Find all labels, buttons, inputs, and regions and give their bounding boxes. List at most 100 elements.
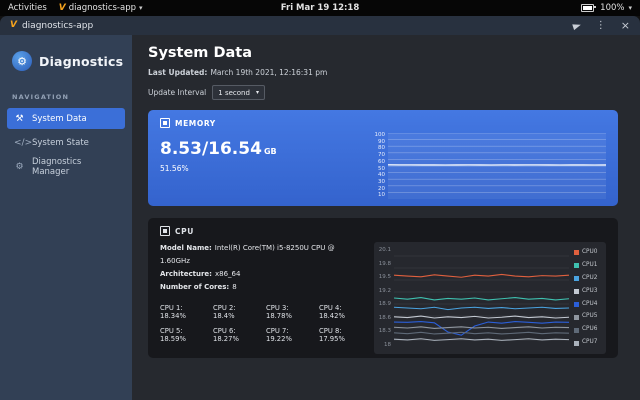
legend-item: CPU5: [574, 314, 600, 320]
paper-plane-icon[interactable]: [572, 21, 581, 29]
axis-tick: 18.9: [378, 302, 391, 308]
clock[interactable]: Fri Mar 19 12:18: [281, 3, 360, 13]
axis-tick: 40: [374, 173, 385, 179]
battery-percent: 100%: [600, 3, 624, 13]
cpu-chart-plot: [394, 248, 569, 348]
brand: ⚙ Diagnostics: [0, 35, 132, 77]
legend-item: CPU1: [574, 263, 600, 269]
legend-item: CPU3: [574, 289, 600, 295]
legend-label: CPU2: [582, 276, 597, 282]
axis-tick: 19.8: [378, 262, 391, 268]
axis-tick: 18.3: [378, 329, 391, 335]
cpu-usage-cell: CPU 7: 19.22%: [266, 327, 311, 343]
legend-item: CPU6: [574, 327, 600, 333]
legend-label: CPU5: [582, 314, 597, 320]
cpu-chart-ticks: 20.119.819.519.218.918.618.318: [378, 248, 394, 348]
cpu-card-title: CPU: [175, 227, 194, 236]
legend-swatch: [574, 263, 579, 268]
cpu-usage-cell: CPU 6: 18.27%: [213, 327, 258, 343]
sidebar: ⚙ Diagnostics NAVIGATION ⚒ System Data </>…: [0, 35, 132, 400]
update-interval-row: Update Interval 1 second ▾: [148, 85, 618, 100]
legend-swatch: [574, 328, 579, 333]
cpu-info-row: Number of Cores:8: [160, 281, 364, 294]
system-tray[interactable]: 100% ▾: [581, 3, 632, 13]
kebab-menu-icon[interactable]: ⋮: [596, 20, 606, 31]
cpu-info-row: Architecture:x86_64: [160, 268, 364, 281]
code-icon: </>: [14, 138, 25, 148]
app-indicator[interactable]: V diagnostics-app ▾: [59, 3, 143, 13]
legend-label: CPU7: [582, 340, 597, 346]
legend-label: CPU6: [582, 327, 597, 333]
legend-swatch: [574, 276, 579, 281]
legend-swatch: [574, 315, 579, 320]
cpu-info-row: Model Name:Intel(R) Core(TM) i5-8250U CP…: [160, 242, 364, 268]
cpu-info-label: Model Name:: [160, 244, 212, 252]
memory-usage-percent: 51.56%: [160, 164, 374, 173]
legend-item: CPU7: [574, 340, 600, 346]
memory-chart: 100908070605040302010: [374, 133, 606, 199]
chevron-down-icon: ▾: [628, 4, 632, 12]
app-window: ⚙ Diagnostics NAVIGATION ⚒ System Data </>…: [0, 35, 640, 400]
legend-swatch: [574, 250, 579, 255]
cpu-info-label: Number of Cores:: [160, 283, 229, 291]
app-indicator-label: diagnostics-app: [69, 3, 136, 13]
memory-card-title: MEMORY: [175, 119, 216, 128]
cpu-usage-cell: CPU 1: 18.34%: [160, 304, 205, 320]
legend-item: CPU4: [574, 302, 600, 308]
top-bar: Activities V diagnostics-app ▾ Fri Mar 1…: [0, 0, 640, 16]
memory-card: MEMORY 8.53/16.54GB 51.56% 1009080706050…: [148, 110, 618, 206]
legend-swatch: [574, 289, 579, 294]
window-title: diagnostics-app: [22, 21, 93, 31]
update-interval-label: Update Interval: [148, 88, 206, 97]
wrench-icon: ⚒: [14, 114, 25, 124]
axis-tick: 19.5: [378, 275, 391, 281]
cpu-info-label: Architecture:: [160, 270, 212, 278]
sidebar-item-label: Diagnostics Manager: [32, 157, 118, 177]
cpu-usage-cell: CPU 2: 18.4%: [213, 304, 258, 320]
axis-tick: 18: [378, 343, 391, 349]
cpu-usage-cell: CPU 8: 17.95%: [319, 327, 364, 343]
chevron-down-icon: ▾: [256, 89, 259, 96]
sidebar-nav: ⚒ System Data </> System State ⚙Diagnostics …: [0, 108, 132, 177]
memory-card-header: MEMORY: [160, 118, 606, 128]
legend-label: CPU0: [582, 250, 597, 256]
sidebar-item-label: System State: [32, 138, 89, 148]
cpu-chip-icon: [160, 226, 170, 236]
legend-item: CPU0: [574, 250, 600, 256]
sidebar-item-label: System Data: [32, 114, 87, 124]
axis-tick: 20.1: [378, 248, 391, 254]
legend-label: CPU1: [582, 263, 597, 269]
app-logo-icon: V: [10, 21, 17, 30]
axis-tick: 19.2: [378, 289, 391, 295]
nav-section-label: NAVIGATION: [12, 93, 132, 101]
legend-label: CPU4: [582, 302, 597, 308]
memory-chart-plot: [388, 133, 606, 199]
cpu-info: Model Name:Intel(R) Core(TM) i5-8250U CP…: [160, 242, 364, 294]
cpu-card-header: CPU: [160, 226, 606, 236]
page-title: System Data: [148, 45, 618, 61]
memory-chip-icon: [160, 118, 170, 128]
memory-usage-value: 8.53/16.54: [160, 139, 262, 159]
app-logo-icon: V: [59, 4, 66, 13]
axis-tick: 60: [374, 160, 385, 166]
close-icon[interactable]: ×: [621, 19, 630, 32]
cpu-chart: 20.119.819.519.218.918.618.318 CPU0CPU1C…: [374, 242, 606, 354]
sidebar-item-system-state[interactable]: </> System State: [7, 132, 125, 153]
activities-button[interactable]: Activities: [8, 3, 47, 13]
cpu-usage-cell: CPU 5: 18.59%: [160, 327, 205, 343]
update-interval-select[interactable]: 1 second ▾: [212, 85, 265, 100]
axis-tick: 10: [374, 193, 385, 199]
chevron-down-icon: ▾: [139, 4, 143, 12]
sidebar-item-diagnostics-manager[interactable]: ⚙Diagnostics Manager: [7, 156, 125, 177]
battery-icon: [581, 4, 594, 12]
axis-tick: 20: [374, 187, 385, 193]
axis-tick: 80: [374, 146, 385, 152]
cpu-info-value: 8: [232, 283, 236, 291]
axis-tick: 30: [374, 180, 385, 186]
update-interval-value: 1 second: [218, 89, 250, 97]
last-updated-value: March 19th 2021, 12:16:31 pm: [210, 68, 327, 77]
last-updated-label: Last Updated:: [148, 68, 207, 77]
window-titlebar[interactable]: V diagnostics-app ⋮ ×: [0, 16, 640, 35]
cpu-usage-grid: CPU 1: 18.34%CPU 2: 18.4%CPU 3: 18.78%CP…: [160, 304, 364, 343]
sidebar-item-system-data[interactable]: ⚒ System Data: [7, 108, 125, 129]
